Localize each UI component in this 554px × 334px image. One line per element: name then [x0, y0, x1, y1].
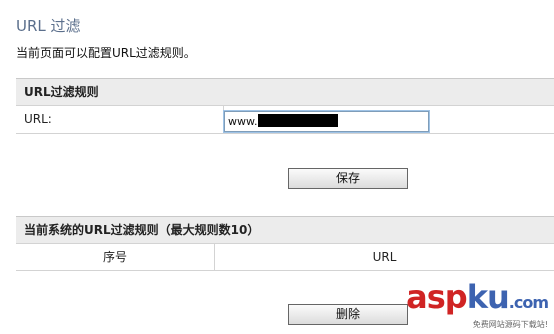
site-watermark: aspku.com 免费网站源码下载站!	[406, 278, 549, 330]
watermark-asp: asp	[406, 278, 468, 316]
delete-button[interactable]: 删除	[288, 304, 408, 325]
url-label: URL:	[16, 106, 224, 133]
page-description: 当前页面可以配置URL过滤规则。	[16, 46, 196, 60]
page-title: URL 过滤	[16, 17, 81, 35]
rule-list-section: 当前系统的URL过滤规则（最大规则数10） 序号 URL	[16, 216, 554, 271]
watermark-com: .com	[508, 293, 549, 312]
watermark-subtitle: 免费网站源码下载站!	[472, 320, 548, 329]
url-input-value: www.	[228, 115, 258, 128]
url-input[interactable]: www.	[224, 111, 429, 132]
column-header-url: URL	[372, 250, 397, 264]
rule-list-header-row: 序号 URL	[16, 244, 554, 271]
rule-form-section: URL过滤规则 URL: www.	[16, 78, 554, 134]
rule-list-heading: 当前系统的URL过滤规则（最大规则数10）	[16, 217, 554, 244]
watermark-ku: ku	[466, 278, 510, 316]
redacted-block	[258, 114, 339, 127]
rule-form-heading: URL过滤规则	[16, 79, 554, 106]
save-button[interactable]: 保存	[288, 168, 408, 189]
column-header-seq: 序号	[16, 244, 215, 270]
